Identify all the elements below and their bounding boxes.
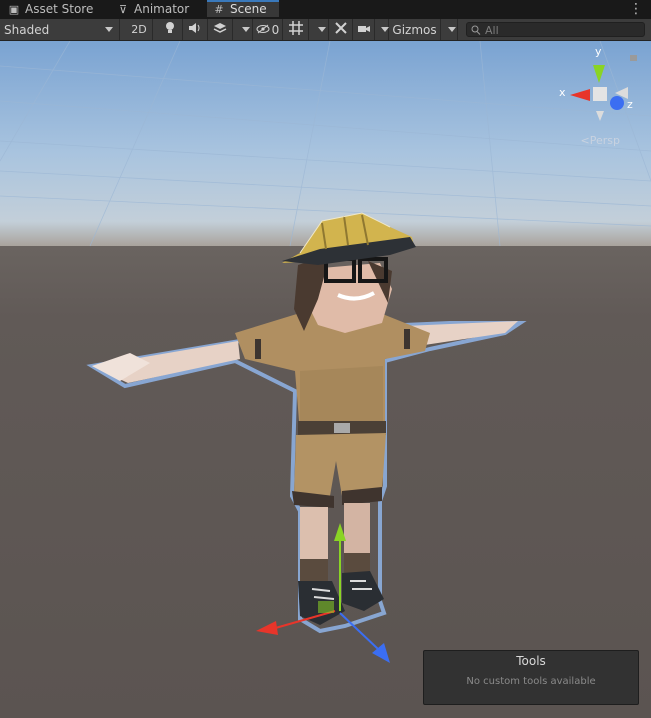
z-axis-cone[interactable] [610,96,624,110]
scene-viewport[interactable]: y x z <Persp [0,41,651,718]
2d-toggle-button[interactable]: 2D [126,19,153,40]
grid-toggle-button[interactable] [284,19,309,40]
tools-overlay-message: No custom tools available [466,676,596,687]
tab-label: Asset Store [25,2,94,16]
z-axis-label: z [627,98,633,111]
search-input[interactable]: All [466,22,645,37]
more-options-icon[interactable]: ⋮ [629,0,643,19]
projection-toggle[interactable]: <Persp [581,134,620,147]
effects-toggle-button[interactable] [208,19,233,40]
grid-dropdown[interactable] [309,19,329,40]
scene-visibility-button[interactable]: 0 [253,19,283,40]
lock-icon[interactable] [630,55,637,61]
camera-dropdown[interactable] [375,19,389,40]
tab-asset-store[interactable]: ▣ Asset Store [8,0,94,19]
search-icon [471,23,481,42]
shopping-bag-icon: ▣ [8,3,20,16]
lighting-toggle-button[interactable] [158,19,183,40]
tab-label: Animator [134,2,190,16]
camera-icon [357,23,371,37]
y-axis-label: y [595,45,602,58]
tab-bar: ▣ Asset Store ⊽ Animator # Scene ⋮ [0,0,651,19]
eye-slash-icon [256,23,270,37]
animator-icon: ⊽ [118,3,128,16]
wrench-crossed-icon [334,21,348,38]
lightbulb-icon [164,21,176,38]
tools-overlay-title: Tools [516,654,546,668]
effects-dropdown[interactable] [233,19,253,40]
scene-render [0,41,651,718]
gizmos-label: Gizmos [392,22,437,37]
2d-label: 2D [131,23,147,36]
grid-icon [289,21,303,38]
hidden-count: 0 [271,22,280,37]
search-placeholder: All [485,24,499,37]
audio-toggle-button[interactable] [183,19,208,40]
projection-label: Persp [589,134,620,147]
x-axis-label: x [559,86,566,99]
camera-settings-button[interactable] [353,19,375,40]
tab-scene[interactable]: # Scene [207,0,279,17]
draw-mode-dropdown[interactable]: Shaded [0,19,120,40]
layers-icon [213,22,227,37]
grid-hash-icon: # [214,3,224,16]
chevron-left-icon: < [580,134,590,147]
tab-animator[interactable]: ⊽ Animator [117,0,189,19]
tools-overlay-panel: Tools No custom tools available [423,650,639,705]
tools-toggle-button[interactable] [329,19,353,40]
speaker-icon [188,22,202,37]
gizmos-dropdown[interactable] [441,19,458,40]
tab-label: Scene [230,2,267,16]
draw-mode-label: Shaded [4,22,50,37]
gizmos-button[interactable]: Gizmos [389,19,441,40]
